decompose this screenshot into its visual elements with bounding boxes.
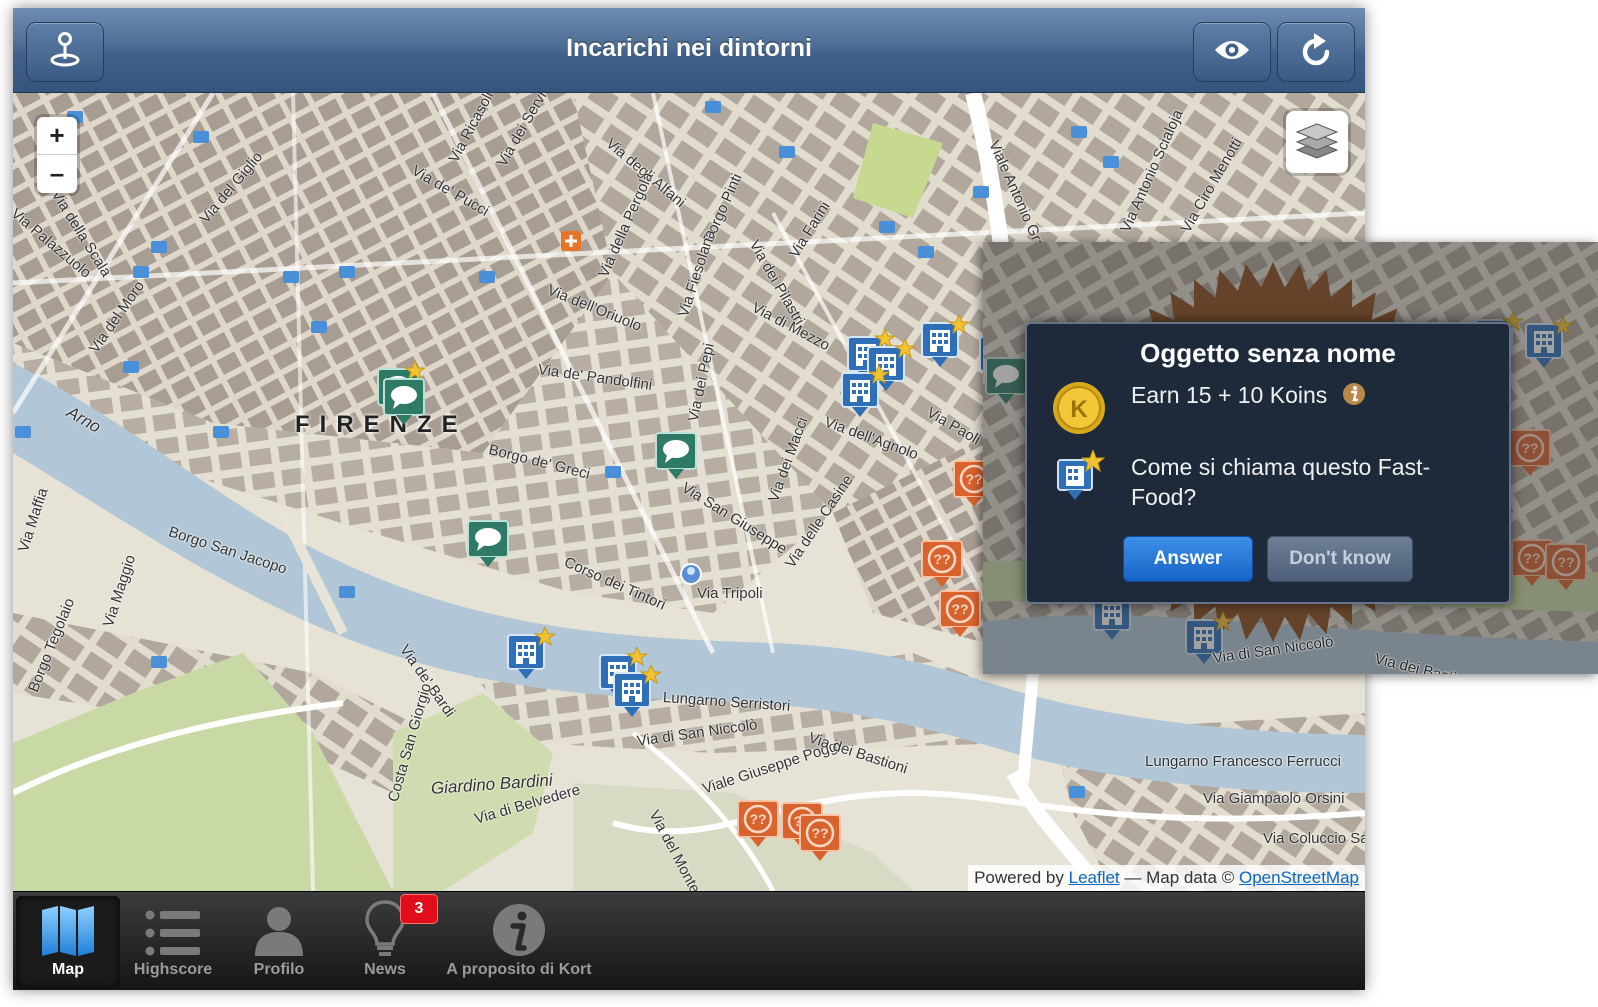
street-label: Via Coluccio Salutati bbox=[1263, 830, 1365, 847]
page-title: Incarichi nei dintorni bbox=[566, 34, 812, 62]
tab-label: Highscore bbox=[133, 961, 213, 978]
tab-map[interactable]: Map bbox=[16, 896, 120, 988]
building-marker-icon bbox=[1055, 448, 1106, 507]
svg-text:K: K bbox=[1070, 396, 1088, 423]
svg-text:??: ?? bbox=[933, 551, 950, 567]
street-label: Lungarno Francesco Ferrucci bbox=[1145, 753, 1341, 770]
svg-text:??: ?? bbox=[749, 811, 766, 827]
reward-text: Earn 15 + 10 Koins bbox=[1131, 382, 1366, 412]
comment-mission-marker[interactable] bbox=[653, 425, 703, 486]
attribution-prefix: Powered by bbox=[974, 868, 1064, 887]
map-attribution: Powered by Leaflet — Map data © OpenStre… bbox=[968, 865, 1365, 891]
news-count-badge: 3 bbox=[400, 894, 438, 924]
list-icon bbox=[144, 896, 202, 958]
popup-title: Oggetto senza nome bbox=[1140, 338, 1396, 368]
info-icon[interactable] bbox=[1342, 382, 1366, 412]
tab-about[interactable]: A proposito di Kort bbox=[437, 896, 601, 988]
toggle-visibility-button[interactable] bbox=[1193, 22, 1271, 82]
street-label: Via Tripoli bbox=[697, 585, 763, 602]
leaflet-link[interactable]: Leaflet bbox=[1069, 868, 1120, 887]
tab-profilo[interactable]: Profilo bbox=[231, 896, 327, 988]
question-mission-marker[interactable]: ?? bbox=[735, 793, 785, 854]
eye-icon bbox=[1213, 38, 1251, 67]
zoom-out-button[interactable]: – bbox=[37, 155, 77, 192]
layers-button[interactable] bbox=[1286, 111, 1348, 173]
tab-highscore[interactable]: Highscore bbox=[125, 896, 221, 988]
tab-label: A proposito di Kort bbox=[446, 961, 592, 978]
question-mission-marker[interactable]: ?? bbox=[937, 583, 987, 644]
zoom-control: + – bbox=[37, 117, 77, 193]
lightbulb-icon bbox=[365, 896, 405, 958]
svg-text:??: ?? bbox=[951, 601, 968, 617]
reward-amount: Earn 15 + 10 Koins bbox=[1131, 382, 1328, 408]
layers-icon bbox=[1295, 120, 1339, 165]
answer-button[interactable]: Answer bbox=[1123, 536, 1253, 582]
building-mission-marker[interactable] bbox=[505, 625, 557, 688]
tab-bar: Map Highscore Profilo News 3 A proposito… bbox=[13, 891, 1365, 990]
building-mission-marker[interactable] bbox=[839, 363, 891, 426]
attribution-separator: — Map data © bbox=[1124, 868, 1235, 887]
building-mission-marker[interactable] bbox=[919, 313, 971, 376]
header-bar: Incarichi nei dintorni bbox=[13, 8, 1365, 93]
svg-text:??: ?? bbox=[811, 825, 828, 841]
question-mission-marker[interactable]: ?? bbox=[797, 807, 847, 868]
mission-detail-overlay: ?? ?? ?? Via di San Niccolò Via dei Bast… bbox=[983, 242, 1598, 674]
dont-know-button[interactable]: Don't know bbox=[1267, 536, 1413, 582]
koin-coin-icon: K bbox=[1051, 380, 1107, 441]
zoom-in-button[interactable]: + bbox=[37, 117, 77, 155]
map-icon bbox=[40, 896, 96, 958]
tab-label: Map bbox=[52, 961, 84, 978]
street-label: Via Giampaolo Orsini bbox=[1203, 790, 1345, 807]
mission-question: Come si chiama questo Fast-Food? bbox=[1131, 454, 1431, 510]
svg-text:??: ?? bbox=[965, 471, 982, 487]
tab-label: Profilo bbox=[253, 961, 305, 978]
refresh-icon bbox=[1299, 32, 1333, 73]
user-icon bbox=[251, 896, 307, 958]
refresh-button[interactable] bbox=[1277, 22, 1355, 82]
tab-label: News bbox=[364, 961, 406, 978]
building-mission-marker[interactable] bbox=[611, 663, 663, 726]
osm-link[interactable]: OpenStreetMap bbox=[1239, 868, 1359, 887]
comment-mission-marker[interactable] bbox=[465, 513, 515, 574]
info-icon bbox=[491, 896, 547, 958]
comment-mission-marker[interactable] bbox=[381, 371, 431, 432]
mission-popup: Oggetto senza nome K Earn 15 + 10 Koins bbox=[1025, 322, 1511, 604]
